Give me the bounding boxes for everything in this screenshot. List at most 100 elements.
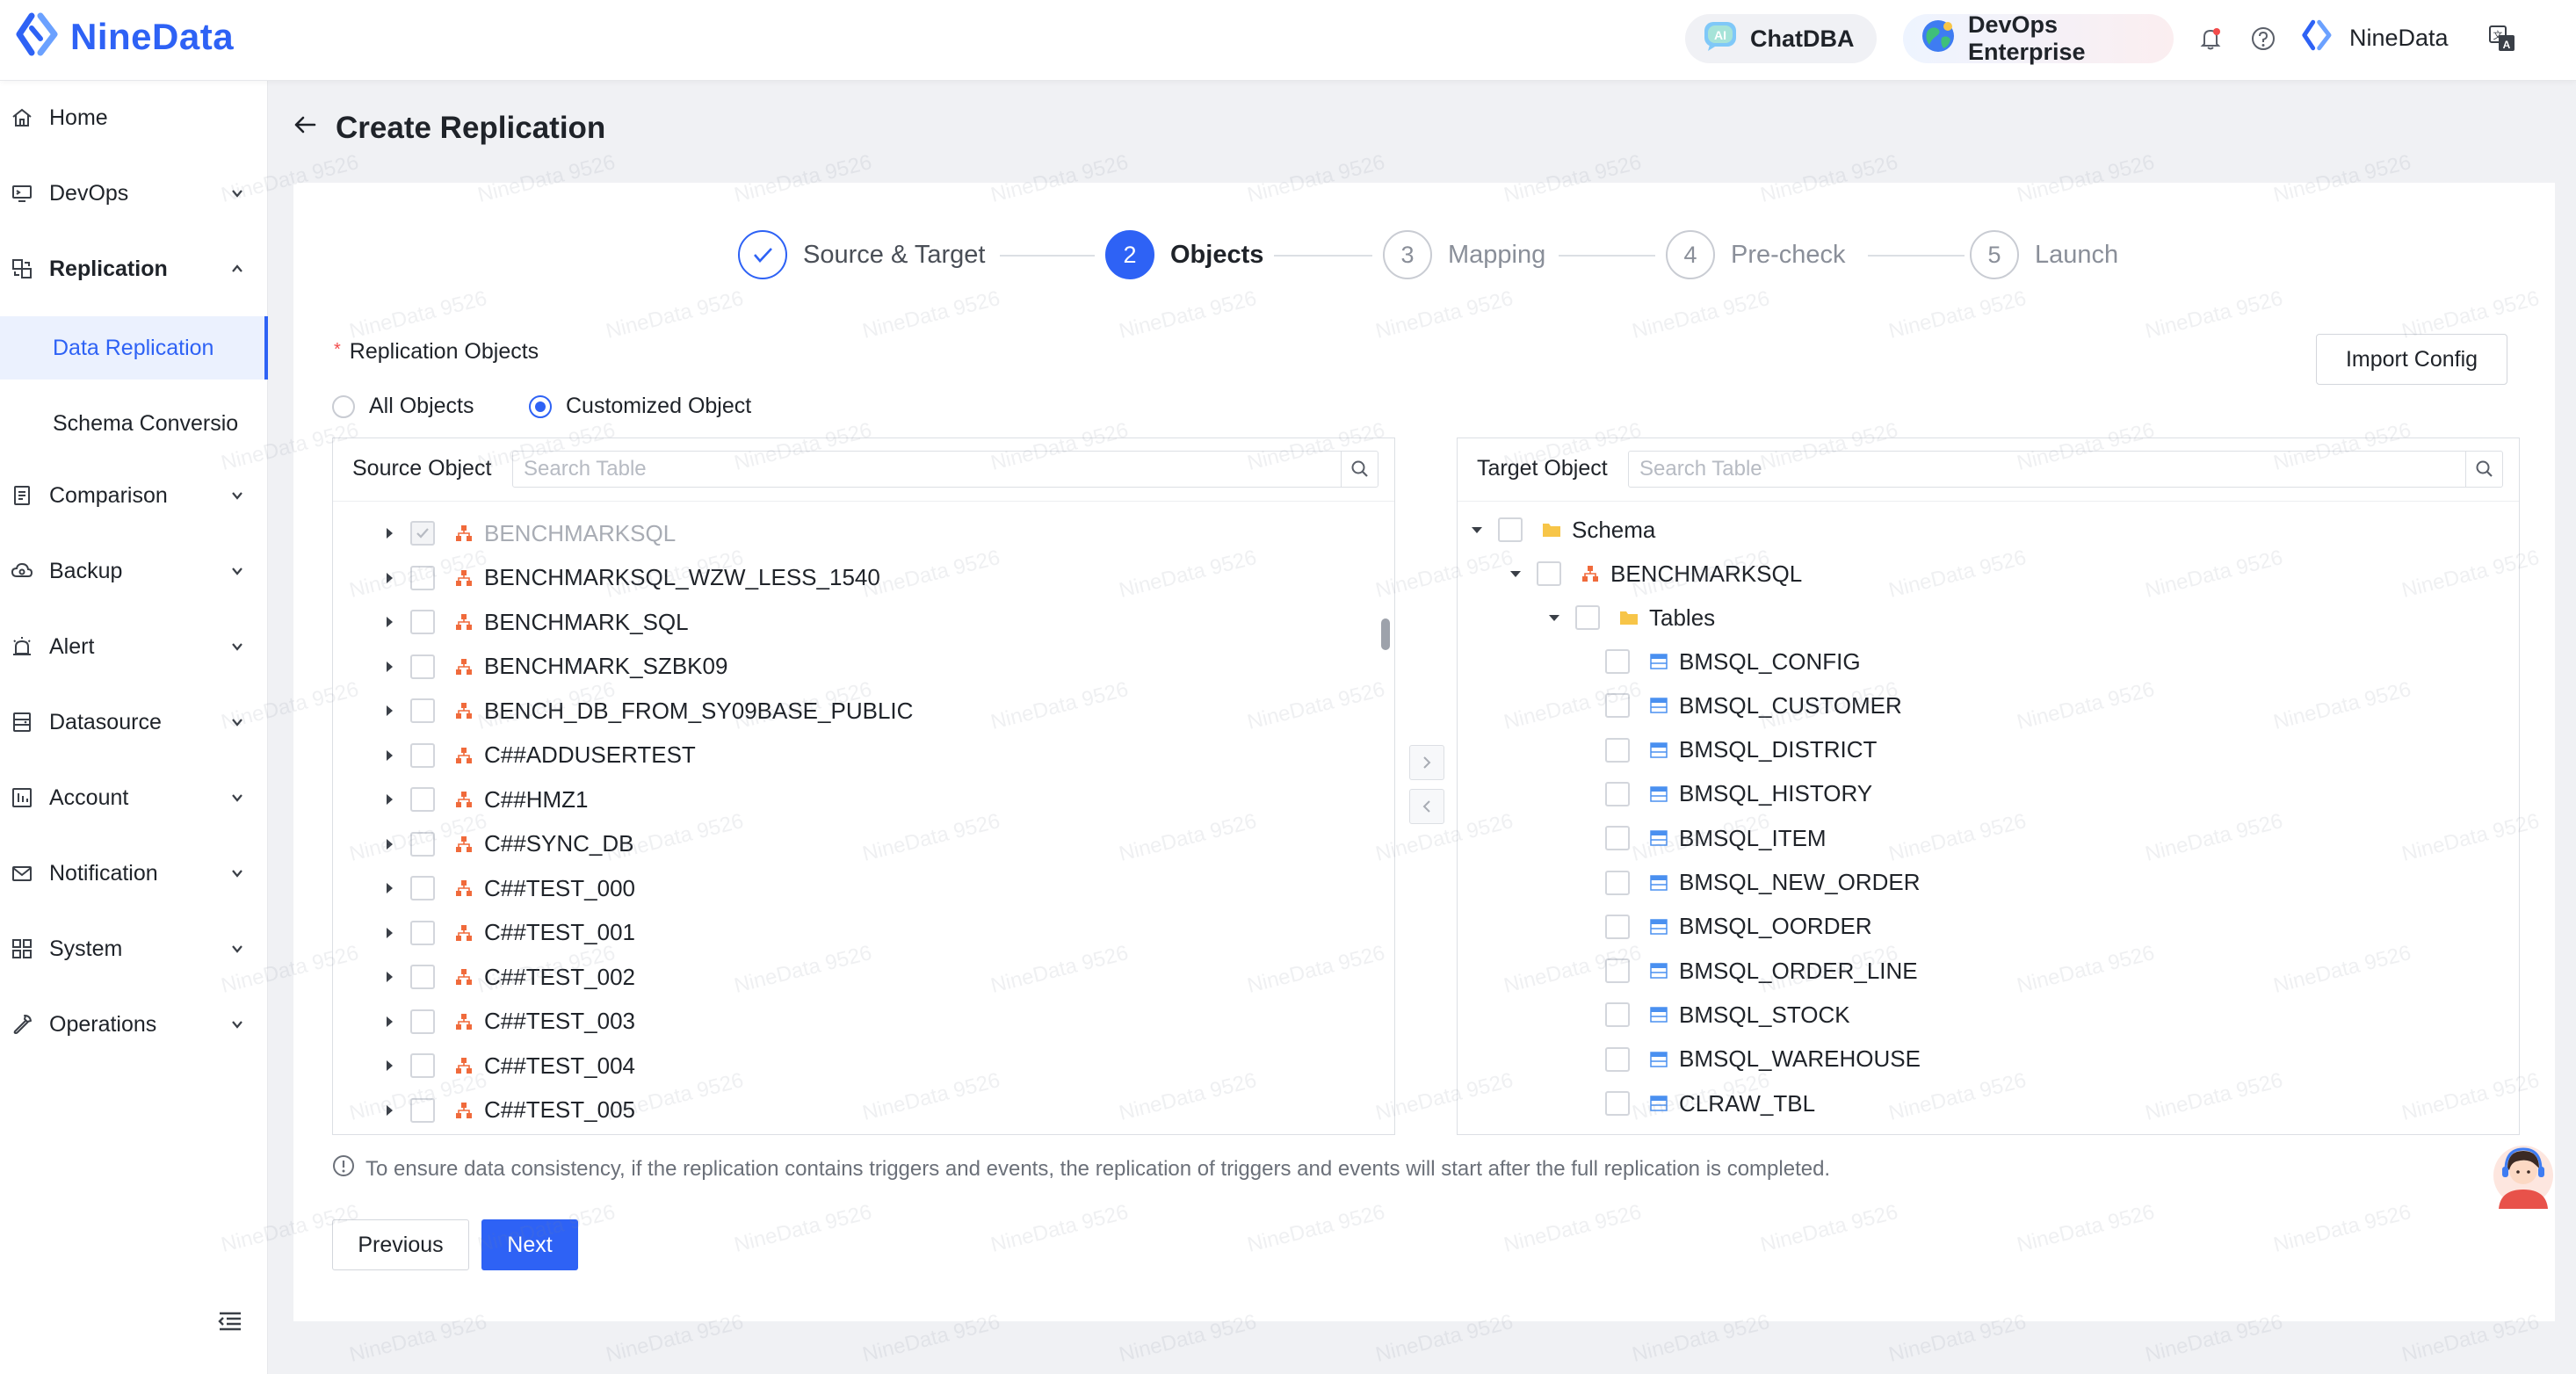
caret-right-icon[interactable] bbox=[380, 613, 398, 631]
caret-down-icon[interactable] bbox=[1468, 521, 1486, 539]
checkbox[interactable] bbox=[410, 787, 435, 812]
language-switch-icon[interactable]: A 文 bbox=[2486, 23, 2518, 54]
sidebar-item-notification[interactable]: Notification bbox=[0, 847, 268, 900]
target-table-item[interactable]: BMSQL_OORDER bbox=[1605, 909, 1872, 944]
caret-right-icon[interactable] bbox=[380, 702, 398, 720]
checkbox[interactable] bbox=[1537, 561, 1561, 586]
caret-right-icon[interactable] bbox=[380, 791, 398, 808]
checkbox[interactable] bbox=[1575, 605, 1600, 630]
radio-button-selected[interactable] bbox=[529, 394, 552, 418]
sidebar-item-replication[interactable]: Replication bbox=[0, 242, 268, 295]
collapse-sidebar-icon[interactable] bbox=[216, 1307, 244, 1335]
caret-right-icon[interactable] bbox=[380, 924, 398, 942]
search-icon[interactable] bbox=[2465, 452, 2502, 487]
caret-right-icon[interactable] bbox=[380, 879, 398, 897]
source-tree-item[interactable]: C##HMZ1 bbox=[380, 782, 588, 817]
help-icon[interactable] bbox=[2247, 23, 2279, 54]
radio-button[interactable] bbox=[332, 394, 355, 418]
checkbox[interactable] bbox=[410, 521, 435, 546]
step-objects[interactable]: 2 Objects bbox=[1105, 230, 1263, 279]
user-menu[interactable]: NineData bbox=[2302, 19, 2449, 57]
tree-node-schema[interactable]: Schema bbox=[1468, 512, 1655, 547]
search-icon[interactable] bbox=[1341, 452, 1378, 487]
checkbox[interactable] bbox=[1605, 870, 1630, 895]
logo[interactable]: NineData bbox=[16, 12, 234, 61]
sidebar-item-system[interactable]: System bbox=[0, 922, 268, 975]
target-table-item[interactable]: BMSQL_ORDER_LINE bbox=[1605, 953, 1918, 988]
move-right-button[interactable] bbox=[1409, 745, 1444, 780]
checkbox[interactable] bbox=[1498, 517, 1523, 542]
checkbox[interactable] bbox=[410, 565, 435, 590]
next-button[interactable]: Next bbox=[481, 1219, 578, 1270]
sidebar-item-operations[interactable]: Operations bbox=[0, 998, 268, 1051]
checkbox[interactable] bbox=[410, 742, 435, 768]
checkbox[interactable] bbox=[1605, 914, 1630, 939]
back-arrow-icon[interactable] bbox=[292, 111, 318, 146]
step-mapping[interactable]: 3 Mapping bbox=[1383, 230, 1545, 279]
caret-right-icon[interactable] bbox=[380, 835, 398, 853]
tree-node-tables[interactable]: Tables bbox=[1545, 600, 1715, 635]
checkbox[interactable] bbox=[410, 610, 435, 634]
source-search-input[interactable] bbox=[513, 452, 1378, 487]
source-tree-item[interactable]: BENCH_DB_FROM_SY09BASE_PUBLIC bbox=[380, 693, 913, 728]
checkbox[interactable] bbox=[1605, 958, 1630, 984]
source-tree-item[interactable]: C##TEST_004 bbox=[380, 1048, 635, 1083]
devops-enterprise-button[interactable]: DevOps Enterprise bbox=[1903, 11, 2174, 65]
caret-right-icon[interactable] bbox=[380, 747, 398, 764]
radio-customized-object[interactable]: Customized Object bbox=[529, 394, 751, 419]
target-table-item[interactable]: BMSQL_CONFIG bbox=[1605, 644, 1861, 679]
checkbox[interactable] bbox=[1605, 1002, 1630, 1028]
checkbox[interactable] bbox=[410, 920, 435, 945]
step-launch[interactable]: 5 Launch bbox=[1970, 230, 2118, 279]
source-tree-item[interactable]: C##TEST_002 bbox=[380, 959, 635, 994]
caret-right-icon[interactable] bbox=[380, 658, 398, 676]
sidebar-item-devops[interactable]: DevOps bbox=[0, 167, 268, 220]
source-tree-item[interactable]: BENCHMARK_SZBK09 bbox=[380, 649, 727, 684]
move-left-button[interactable] bbox=[1409, 789, 1444, 824]
source-scrollbar[interactable] bbox=[1381, 618, 1390, 650]
checkbox[interactable] bbox=[410, 1009, 435, 1034]
target-search-input[interactable] bbox=[1629, 452, 2502, 487]
checkbox[interactable] bbox=[1605, 737, 1630, 763]
caret-right-icon[interactable] bbox=[380, 968, 398, 986]
caret-right-icon[interactable] bbox=[380, 1013, 398, 1030]
source-tree-item[interactable]: C##TEST_005 bbox=[380, 1093, 635, 1128]
caret-down-icon[interactable] bbox=[1507, 565, 1524, 582]
target-table-item[interactable]: BMSQL_ITEM bbox=[1605, 821, 1827, 856]
sidebar-item-alert[interactable]: Alert bbox=[0, 620, 268, 673]
source-tree-item[interactable]: C##SYNC_DB bbox=[380, 827, 634, 862]
radio-all-objects[interactable]: All Objects bbox=[332, 394, 474, 419]
checkbox[interactable] bbox=[410, 831, 435, 857]
sidebar-item-backup[interactable]: Backup bbox=[0, 545, 268, 597]
checkbox[interactable] bbox=[410, 876, 435, 900]
source-tree-item[interactable]: C##TEST_000 bbox=[380, 871, 635, 906]
sidebar-item-datasource[interactable]: Datasource bbox=[0, 696, 268, 748]
caret-down-icon[interactable] bbox=[1545, 609, 1563, 626]
support-assistant-avatar[interactable] bbox=[2490, 1140, 2557, 1211]
caret-right-icon[interactable] bbox=[380, 1057, 398, 1074]
step-source-target[interactable]: Source & Target bbox=[738, 230, 985, 279]
target-table-item[interactable]: CLRAW_TBL bbox=[1605, 1086, 1815, 1121]
import-config-button[interactable]: Import Config bbox=[2316, 334, 2507, 385]
target-table-item[interactable]: BMSQL_STOCK bbox=[1605, 997, 1850, 1032]
sidebar-subitem-data-replication[interactable]: Data Replication bbox=[0, 316, 268, 380]
sidebar-item-home[interactable]: Home bbox=[0, 91, 268, 144]
source-tree-item[interactable]: C##ADDUSERTEST bbox=[380, 738, 696, 773]
checkbox[interactable] bbox=[1605, 826, 1630, 851]
source-tree-item[interactable]: C##TEST_001 bbox=[380, 915, 635, 951]
caret-right-icon[interactable] bbox=[380, 524, 398, 542]
checkbox[interactable] bbox=[410, 965, 435, 989]
target-table-item[interactable]: BMSQL_DISTRICT bbox=[1605, 733, 1877, 768]
sidebar-item-account[interactable]: Account bbox=[0, 771, 268, 824]
source-tree-item[interactable]: BENCHMARKSQL bbox=[380, 516, 676, 551]
source-tree-item[interactable]: BENCHMARK_SQL bbox=[380, 604, 689, 640]
checkbox[interactable] bbox=[410, 1053, 435, 1078]
checkbox[interactable] bbox=[1605, 1046, 1630, 1072]
source-tree-item[interactable]: BENCHMARKSQL_WZW_LESS_1540 bbox=[380, 560, 880, 596]
checkbox[interactable] bbox=[1605, 781, 1630, 806]
checkbox[interactable] bbox=[1605, 1091, 1630, 1116]
sidebar-item-comparison[interactable]: Comparison bbox=[0, 469, 268, 522]
target-table-item[interactable]: BMSQL_WAREHOUSE bbox=[1605, 1042, 1921, 1077]
target-table-item[interactable]: BMSQL_HISTORY bbox=[1605, 777, 1872, 812]
target-table-item[interactable]: BMSQL_NEW_ORDER bbox=[1605, 865, 1921, 900]
